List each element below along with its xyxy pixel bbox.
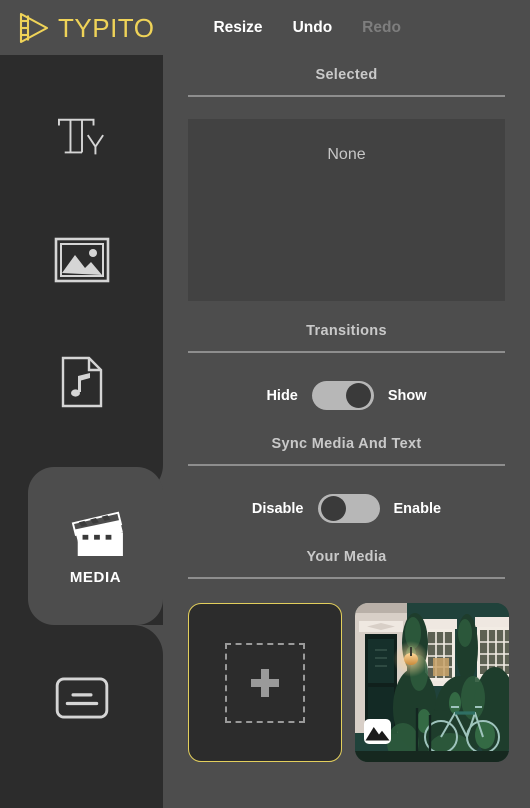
left-sidebar: MEDIA bbox=[0, 55, 163, 808]
selected-preview-box: None bbox=[188, 119, 505, 301]
add-media-dropzone bbox=[225, 642, 305, 723]
media-panel: Selected None Transitions Hide Show Sync… bbox=[163, 55, 530, 808]
transitions-section-title: Transitions bbox=[306, 323, 387, 339]
selected-section-title: Selected bbox=[315, 67, 378, 83]
sidebar-item-text[interactable] bbox=[0, 77, 163, 199]
header-actions: Resize Undo Redo bbox=[212, 17, 401, 39]
sidebar-item-image[interactable] bbox=[0, 199, 163, 321]
typito-logo-icon bbox=[17, 12, 51, 44]
sidebar-item-media-label: MEDIA bbox=[69, 569, 122, 586]
your-media-section-title: Your Media bbox=[306, 549, 387, 565]
subtitles-icon bbox=[55, 677, 109, 719]
clapperboard-icon bbox=[65, 506, 127, 556]
undo-button[interactable]: Undo bbox=[292, 17, 334, 39]
media-thumbnail[interactable] bbox=[355, 603, 509, 762]
sync-section-title: Sync Media And Text bbox=[271, 436, 422, 452]
transitions-toggle-knob bbox=[345, 383, 371, 408]
transitions-on-label: Show bbox=[387, 387, 427, 404]
sidebar-item-audio[interactable] bbox=[0, 321, 163, 443]
typito-editor-window: TYPITO Resize Undo Redo MEDIA Selected N… bbox=[0, 0, 530, 808]
selected-value: None bbox=[327, 146, 366, 163]
sync-toggle[interactable] bbox=[317, 494, 380, 523]
sidebar-item-subtitles[interactable] bbox=[0, 637, 163, 759]
image-badge-icon bbox=[364, 719, 391, 744]
sync-on-label: Enable bbox=[393, 500, 442, 517]
your-media-divider bbox=[188, 577, 505, 579]
sync-toggle-row: Disable Enable bbox=[163, 494, 530, 523]
transitions-divider bbox=[188, 351, 505, 353]
selected-divider bbox=[188, 95, 505, 97]
sync-divider bbox=[188, 464, 505, 466]
sync-toggle-knob bbox=[320, 496, 346, 521]
audio-note-icon bbox=[60, 356, 104, 408]
brand-name: TYPITO bbox=[58, 12, 155, 43]
app-logo[interactable]: TYPITO bbox=[17, 12, 154, 44]
sync-off-label: Disable bbox=[251, 500, 304, 517]
transitions-toggle[interactable] bbox=[311, 381, 374, 410]
image-icon bbox=[54, 237, 110, 283]
transitions-off-label: Hide bbox=[266, 387, 298, 404]
transitions-toggle-row: Hide Show bbox=[163, 381, 530, 410]
sidebar-item-media[interactable]: MEDIA bbox=[28, 467, 163, 625]
text-ty-icon bbox=[53, 114, 111, 162]
redo-button: Redo bbox=[361, 17, 402, 39]
resize-button[interactable]: Resize bbox=[212, 17, 263, 39]
media-grid bbox=[188, 603, 530, 762]
plus-icon bbox=[250, 668, 280, 698]
add-media-card[interactable] bbox=[188, 603, 342, 762]
app-header: TYPITO Resize Undo Redo bbox=[0, 0, 530, 55]
